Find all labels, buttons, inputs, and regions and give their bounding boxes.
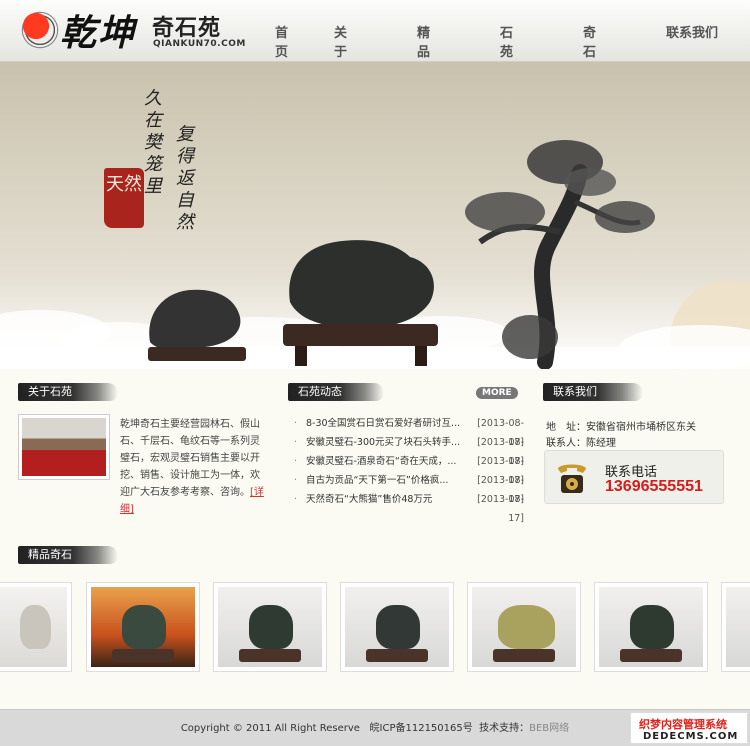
phone-number[interactable]: 13696555551 [605,478,703,496]
product-card[interactable] [594,582,708,672]
news-item[interactable]: · 安徽灵璧石-300元买了块石头转手... [2013-08-17] [294,433,524,467]
news-date: [2013-08-17] [477,437,524,467]
address-label: 地 址： [546,422,586,433]
news-title[interactable]: 8-30全国赏石日赏石爱好者研讨互... [306,414,464,433]
nav-contact[interactable]: 联系我们 [666,22,726,41]
contact-person: 联系人：陈经理 [546,434,616,449]
tech-link[interactable]: BEB网络 [529,723,569,734]
site-header: 乾坤 奇石苑 QIANKUN70.COM 首页 关于石苑 精品奇石 石苑动态 奇… [0,0,750,98]
news-item[interactable]: · 天然奇石“大熊猫”售价48万元 [2013-08-17] [294,490,524,524]
banner-illustration [0,140,750,369]
news-heading: 石苑动态 [288,383,384,401]
news-item[interactable]: · 8-30全国赏石日赏石爱好者研讨互... [2013-08-17] [294,414,524,448]
about-text: 乾坤奇石主要经营园林石、假山石、千层石、龟纹石等一系列灵璧石，宏观灵璧石销售主要… [120,416,268,518]
news-date: [2013-08-17] [477,418,524,448]
watermark-line-2: DEDECMS.COM [643,731,739,742]
product-card[interactable] [86,582,200,672]
news-title[interactable]: 自古为贡品“天下第一石”价格疯... [306,471,464,490]
contact-heading: 联系我们 [543,383,643,401]
person-value: 陈经理 [586,438,616,449]
news-title[interactable]: 天然奇石“大熊猫”售价48万元 [306,490,464,509]
telephone-icon [558,464,586,493]
about-heading: 关于石苑 [18,383,118,401]
site-name[interactable]: 奇石苑 [152,10,221,42]
icp-text[interactable]: 皖ICP备112150165号 [370,723,473,734]
news-item[interactable]: · 自古为贡品“天下第一石”价格疯... [2013-08-17] [294,471,524,505]
news-item[interactable]: · 安徽灵璧石-酒泉奇石“奇在天成，... [2013-08-17] [294,452,524,486]
phone-box: 联系电话 13696555551 [544,450,724,504]
logo-text[interactable]: 乾坤 [60,4,136,56]
contact-address: 地 址：安徽省宿州市埇桥区东关 [546,418,696,433]
news-date: [2013-08-17] [477,456,524,486]
news-date: [2013-08-17] [477,475,524,505]
hero-banner: 久在樊笼里 复得返自然 天然 [0,62,750,369]
news-title[interactable]: 安徽灵璧石-300元买了块石头转手... [306,433,464,452]
product-card[interactable] [340,582,454,672]
person-label: 联系人： [546,438,586,449]
product-card[interactable] [467,582,581,672]
news-title[interactable]: 安徽灵璧石-酒泉奇石“奇在天成，... [306,452,464,471]
product-card[interactable] [0,582,72,672]
product-carousel [0,582,750,674]
about-body: 乾坤奇石主要经营园林石、假山石、千层石、龟纹石等一系列灵璧石，宏观灵璧石销售主要… [120,419,260,498]
product-card[interactable] [721,582,750,672]
copyright-text: Copyright © 2011 All Right Reserve [180,723,360,734]
product-card[interactable] [213,582,327,672]
site-domain: QIANKUN70.COM [153,39,246,49]
products-heading: 精品奇石 [18,546,118,564]
news-more-button[interactable]: MORE [476,387,518,399]
tech-label: 技术支持： [479,723,530,734]
address-value: 安徽省宿州市埇桥区东关 [586,422,696,433]
logo-circle-icon[interactable] [20,10,60,50]
news-list: · 8-30全国赏石日赏石爱好者研讨互... [2013-08-17] · 安徽灵璧石… [294,414,524,524]
watermark-line-1: 织梦内容管理系统 [639,718,727,731]
watermark-badge: 织梦内容管理系统 DEDECMS.COM [630,712,748,744]
news-date: [2013-08-17] [477,494,524,524]
about-photo[interactable] [18,414,110,480]
nav-home[interactable]: 首页 [275,22,288,60]
